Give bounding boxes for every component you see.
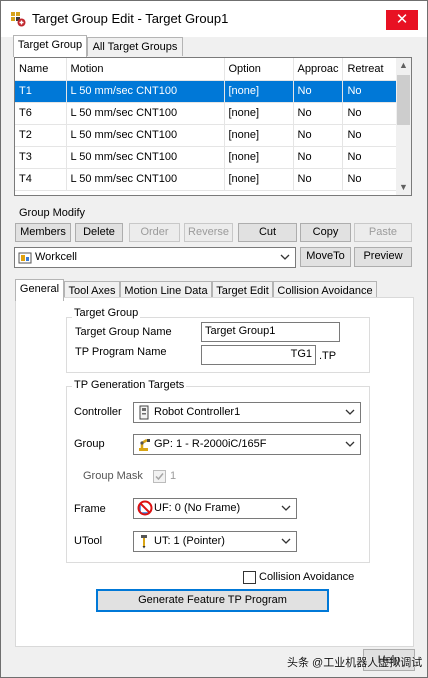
table-row[interactable]: T6 L 50 mm/sec CNT100 [none] No No: [15, 102, 398, 125]
column-header-motion[interactable]: Motion: [66, 58, 225, 81]
group-dropdown[interactable]: GP: 1 - R-2000iC/165F: [133, 434, 361, 455]
close-button[interactable]: ✕: [386, 10, 418, 30]
cell-name: T2: [15, 124, 67, 147]
cell-retreat: No: [342, 80, 398, 103]
cell-motion: L 50 mm/sec CNT100: [66, 80, 225, 103]
tp-generation-box-title: TP Generation Targets: [72, 379, 187, 391]
reverse-button[interactable]: Reverse: [184, 223, 233, 242]
cell-retreat: No: [342, 146, 398, 169]
utool-value: UT: 1 (Pointer): [154, 535, 225, 547]
frame-dropdown[interactable]: UF: 0 (No Frame): [133, 498, 297, 519]
order-button[interactable]: Order: [129, 223, 180, 242]
cell-motion: L 50 mm/sec CNT100: [66, 102, 225, 125]
grid-vertical-scrollbar[interactable]: ▲ ▼: [396, 58, 411, 195]
table-row[interactable]: T2 L 50 mm/sec CNT100 [none] No No: [15, 124, 398, 147]
utool-dropdown[interactable]: UT: 1 (Pointer): [133, 531, 297, 552]
no-frame-icon: [137, 500, 153, 516]
controller-dropdown[interactable]: Robot Controller1: [133, 402, 361, 423]
cell-motion: L 50 mm/sec CNT100: [66, 168, 225, 191]
group-mask-label: Group Mask: [83, 470, 143, 482]
workcell-icon: [18, 252, 32, 264]
cell-retreat: No: [342, 168, 398, 191]
target-group-box-title: Target Group: [72, 307, 141, 319]
cell-approach: No: [293, 146, 344, 169]
cell-option: [none]: [224, 102, 294, 125]
chevron-down-icon: [345, 441, 355, 447]
cell-retreat: No: [342, 124, 398, 147]
pointer-tool-icon: [141, 535, 147, 549]
cell-name: T4: [15, 168, 67, 191]
window-title: Target Group Edit - Target Group1: [32, 11, 229, 26]
copy-button[interactable]: Copy: [300, 223, 351, 242]
chevron-down-icon: [281, 538, 291, 544]
cell-retreat: No: [342, 102, 398, 125]
cell-option: [none]: [224, 168, 294, 191]
scroll-up-arrow-icon[interactable]: ▲: [396, 58, 411, 73]
target-grid[interactable]: Name Motion Option Approac Retreat T1 L …: [14, 57, 412, 196]
table-row[interactable]: T1 L 50 mm/sec CNT100 [none] No No: [15, 80, 398, 103]
scroll-thumb[interactable]: [397, 75, 410, 125]
cell-approach: No: [293, 80, 344, 103]
workcell-value: Workcell: [35, 251, 77, 263]
table-row[interactable]: T4 L 50 mm/sec CNT100 [none] No No: [15, 168, 398, 191]
cell-approach: No: [293, 168, 344, 191]
chevron-down-icon: [281, 505, 291, 511]
tp-program-name-input[interactable]: TG1: [201, 345, 316, 365]
group-value: GP: 1 - R-2000iC/165F: [154, 438, 267, 450]
cell-option: [none]: [224, 124, 294, 147]
controller-icon: [139, 405, 149, 420]
top-tab-strip: Target Group All Target Groups: [13, 35, 413, 57]
cell-motion: L 50 mm/sec CNT100: [66, 124, 225, 147]
controller-value: Robot Controller1: [154, 406, 241, 418]
workcell-dropdown[interactable]: Workcell: [14, 247, 296, 268]
cell-motion: L 50 mm/sec CNT100: [66, 146, 225, 169]
cell-name: T3: [15, 146, 67, 169]
scroll-down-arrow-icon[interactable]: ▼: [396, 180, 411, 195]
cell-option: [none]: [224, 80, 294, 103]
utool-label: UTool: [74, 535, 103, 547]
general-panel: Target Group Target Group Name Target Gr…: [15, 297, 414, 647]
title-bar[interactable]: Target Group Edit - Target Group1 ✕: [1, 1, 427, 37]
target-group-edit-window: Target Group Edit - Target Group1 ✕ Targ…: [0, 0, 428, 678]
column-header-option[interactable]: Option: [224, 58, 294, 81]
cut-button[interactable]: Cut: [238, 223, 297, 242]
column-header-approach[interactable]: Approac: [293, 58, 344, 81]
frame-label: Frame: [74, 503, 106, 515]
tab-general[interactable]: General: [15, 279, 64, 301]
controller-label: Controller: [74, 406, 122, 418]
cell-approach: No: [293, 102, 344, 125]
generate-feature-tp-program-button[interactable]: Generate Feature TP Program: [96, 589, 329, 612]
collision-avoidance-label: Collision Avoidance: [259, 571, 355, 583]
members-button[interactable]: Members: [15, 223, 71, 242]
app-icon: [11, 12, 26, 27]
paste-button[interactable]: Paste: [354, 223, 412, 242]
group-mask-value: 1: [170, 470, 177, 482]
table-row[interactable]: T3 L 50 mm/sec CNT100 [none] No No: [15, 146, 398, 169]
cell-name: T6: [15, 102, 67, 125]
column-header-retreat[interactable]: Retreat: [342, 58, 398, 81]
robot-icon: [139, 438, 150, 451]
move-to-button[interactable]: MoveTo: [300, 247, 351, 267]
preview-button[interactable]: Preview: [354, 247, 412, 267]
target-table: Name Motion Option Approac Retreat T1 L …: [15, 58, 398, 191]
tp-extension-label: .TP: [319, 350, 337, 362]
collision-avoidance-checkbox[interactable]: [243, 571, 256, 584]
cell-option: [none]: [224, 146, 294, 169]
delete-button[interactable]: Delete: [75, 223, 123, 242]
target-group-name-input[interactable]: Target Group1: [201, 322, 340, 342]
group-modify-label: Group Modify: [19, 207, 86, 219]
column-header-name[interactable]: Name: [15, 58, 67, 81]
tab-all-target-groups[interactable]: All Target Groups: [87, 37, 183, 56]
tab-target-group[interactable]: Target Group: [13, 35, 87, 57]
cell-name: T1: [15, 80, 67, 103]
group-label: Group: [74, 438, 105, 450]
tp-program-name-label: TP Program Name: [75, 346, 167, 358]
cell-approach: No: [293, 124, 344, 147]
watermark-text: 头条 @工业机器人虚拟调试: [287, 657, 423, 669]
target-group-name-label: Target Group Name: [75, 326, 172, 338]
group-mask-checkbox[interactable]: [153, 470, 166, 483]
frame-value: UF: 0 (No Frame): [154, 502, 241, 514]
chevron-down-icon: [345, 409, 355, 415]
chevron-down-icon: [280, 254, 290, 260]
